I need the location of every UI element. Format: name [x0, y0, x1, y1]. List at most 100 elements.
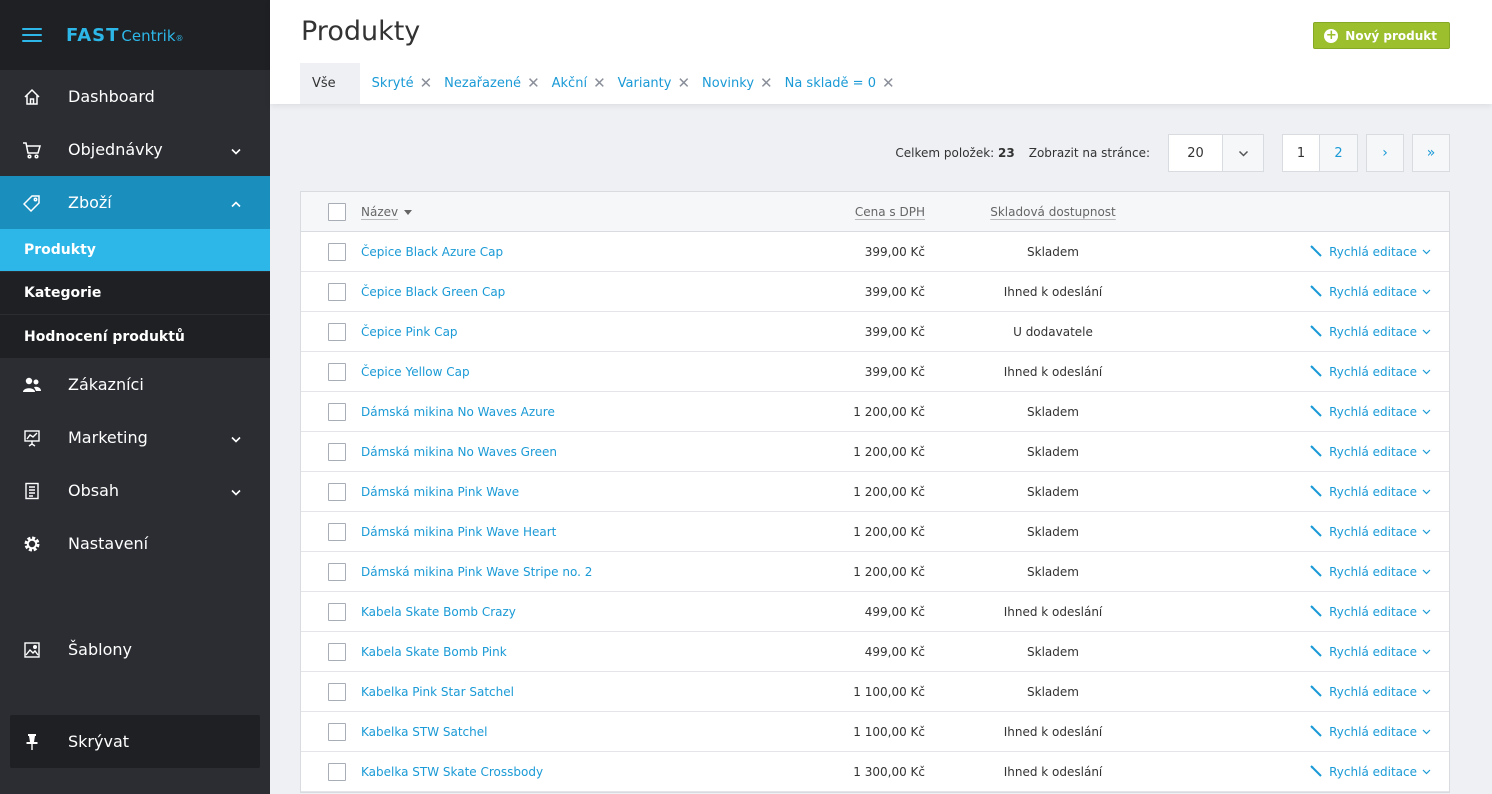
chevron-down-icon: [1422, 769, 1431, 775]
next-page-button[interactable]: ›: [1366, 134, 1404, 172]
product-name-link[interactable]: Dámská mikina Pink Wave Heart: [361, 525, 801, 539]
per-page-select[interactable]: 20: [1168, 134, 1264, 172]
sidebar-item-label: Šablony: [68, 640, 132, 659]
sidebar-collapse-button[interactable]: Skrývat: [10, 715, 260, 768]
row-checkbox[interactable]: [328, 682, 346, 701]
page-2-button[interactable]: 2: [1320, 135, 1357, 171]
product-name-link[interactable]: Kabela Skate Bomb Crazy: [361, 605, 801, 619]
quick-edit-button[interactable]: Rychlá editace: [1181, 565, 1449, 579]
row-checkbox[interactable]: [328, 522, 346, 541]
row-checkbox[interactable]: [328, 562, 346, 581]
tab-uncategorized[interactable]: Nezařazené ✕: [432, 63, 539, 104]
sidebar-subitem-label: Hodnocení produktů: [24, 328, 185, 345]
close-icon[interactable]: ✕: [677, 76, 690, 91]
close-icon[interactable]: ✕: [420, 76, 433, 91]
sidebar-subitem-reviews[interactable]: Hodnocení produktů: [0, 315, 270, 358]
column-price-header[interactable]: Cena s DPH: [801, 205, 925, 219]
select-all-checkbox[interactable]: [328, 202, 346, 221]
close-icon[interactable]: ✕: [882, 76, 895, 91]
sidebar-subitem-categories[interactable]: Kategorie: [0, 272, 270, 315]
last-page-button[interactable]: »: [1412, 134, 1450, 172]
pencil-icon: [1310, 565, 1323, 578]
quick-edit-button[interactable]: Rychlá editace: [1181, 285, 1449, 299]
row-checkbox[interactable]: [328, 322, 346, 341]
quick-edit-button[interactable]: Rychlá editace: [1181, 365, 1449, 379]
page-title: Produkty: [301, 16, 421, 47]
sidebar-subitem-products[interactable]: Produkty: [0, 229, 270, 272]
row-checkbox[interactable]: [328, 242, 346, 261]
row-checkbox[interactable]: [328, 602, 346, 621]
product-price: 1 200,00 Kč: [853, 524, 925, 539]
row-checkbox[interactable]: [328, 442, 346, 461]
table-header: Název Cena s DPH Skladová dostupnost: [301, 192, 1449, 232]
row-checkbox[interactable]: [328, 402, 346, 421]
tab-new[interactable]: Novinky ✕: [690, 63, 773, 104]
row-checkbox[interactable]: [328, 362, 346, 381]
column-name-header[interactable]: Název: [361, 205, 801, 219]
sidebar-item-label: Objednávky: [68, 140, 163, 159]
tab-hidden[interactable]: Skryté ✕: [360, 63, 433, 104]
product-name-link[interactable]: Dámská mikina No Waves Green: [361, 445, 801, 459]
pagination-bar: Celkem položek: 23 Zobrazit na stránce: …: [895, 134, 1450, 172]
quick-edit-button[interactable]: Rychlá editace: [1181, 245, 1449, 259]
product-name-link[interactable]: Kabela Skate Bomb Pink: [361, 645, 801, 659]
tab-all[interactable]: Vše: [300, 63, 360, 104]
app-logo[interactable]: FAST Centrik ®: [66, 25, 184, 46]
chevron-down-icon: [1422, 369, 1431, 375]
sidebar-item-templates[interactable]: Šablony: [0, 623, 270, 676]
tab-sale[interactable]: Akční ✕: [540, 63, 606, 104]
sidebar-item-marketing[interactable]: Marketing: [0, 411, 270, 464]
close-icon[interactable]: ✕: [527, 76, 540, 91]
product-name-link[interactable]: Dámská mikina No Waves Azure: [361, 405, 801, 419]
column-stock-header[interactable]: Skladová dostupnost: [925, 205, 1181, 219]
quick-edit-button[interactable]: Rychlá editace: [1181, 445, 1449, 459]
quick-edit-button[interactable]: Rychlá editace: [1181, 725, 1449, 739]
product-name-link[interactable]: Čepice Yellow Cap: [361, 365, 801, 379]
table-row: Kabelka Pink Star Satchel 1 100,00 Kč Skla…: [301, 672, 1449, 712]
hamburger-menu-icon[interactable]: [22, 28, 42, 42]
product-name-link[interactable]: Čepice Pink Cap: [361, 325, 801, 339]
pencil-icon: [1310, 685, 1323, 698]
table-row: Dámská mikina Pink Wave 1 200,00 Kč Sklade…: [301, 472, 1449, 512]
product-name-link[interactable]: Dámská mikina Pink Wave Stripe no. 2: [361, 565, 801, 579]
table-row: Čepice Yellow Cap 399,00 Kč Ihned k odeslá…: [301, 352, 1449, 392]
quick-edit-button[interactable]: Rychlá editace: [1181, 405, 1449, 419]
quick-edit-label: Rychlá editace: [1329, 604, 1417, 619]
quick-edit-button[interactable]: Rychlá editace: [1181, 485, 1449, 499]
product-name-link[interactable]: Dámská mikina Pink Wave: [361, 485, 801, 499]
chevron-down-icon: [230, 428, 242, 447]
quick-edit-button[interactable]: Rychlá editace: [1181, 325, 1449, 339]
product-name-link[interactable]: Kabelka Pink Star Satchel: [361, 685, 801, 699]
row-checkbox[interactable]: [328, 762, 346, 781]
row-checkbox[interactable]: [328, 482, 346, 501]
new-product-button[interactable]: + Nový produkt: [1313, 22, 1450, 49]
row-checkbox[interactable]: [328, 282, 346, 301]
sidebar-item-dashboard[interactable]: Dashboard: [0, 70, 270, 123]
page-1-button[interactable]: 1: [1283, 135, 1320, 171]
sidebar-item-content[interactable]: Obsah: [0, 464, 270, 517]
sidebar-item-settings[interactable]: Nastavení: [0, 517, 270, 570]
tab-out-of-stock[interactable]: Na skladě = 0 ✕: [773, 63, 895, 104]
tab-variants[interactable]: Varianty ✕: [606, 63, 690, 104]
product-price: 1 100,00 Kč: [853, 684, 925, 699]
product-price: 1 100,00 Kč: [853, 724, 925, 739]
quick-edit-button[interactable]: Rychlá editace: [1181, 765, 1449, 779]
quick-edit-button[interactable]: Rychlá editace: [1181, 645, 1449, 659]
product-name-link[interactable]: Čepice Black Green Cap: [361, 285, 801, 299]
sidebar-item-orders[interactable]: Objednávky: [0, 123, 270, 176]
table-row: Kabelka STW Satchel 1 100,00 Kč Ihned k od…: [301, 712, 1449, 752]
product-name-link[interactable]: Čepice Black Azure Cap: [361, 245, 801, 259]
sidebar-item-goods[interactable]: Zboží: [0, 176, 270, 229]
chevron-down-icon[interactable]: [1223, 135, 1263, 171]
row-checkbox[interactable]: [328, 642, 346, 661]
product-name-link[interactable]: Kabelka STW Satchel: [361, 725, 801, 739]
quick-edit-button[interactable]: Rychlá editace: [1181, 525, 1449, 539]
product-name-link[interactable]: Kabelka STW Skate Crossbody: [361, 765, 801, 779]
close-icon[interactable]: ✕: [760, 76, 773, 91]
close-icon[interactable]: ✕: [593, 76, 606, 91]
quick-edit-button[interactable]: Rychlá editace: [1181, 605, 1449, 619]
products-table: Název Cena s DPH Skladová dostupnost Čep…: [300, 191, 1450, 793]
row-checkbox[interactable]: [328, 722, 346, 741]
quick-edit-button[interactable]: Rychlá editace: [1181, 685, 1449, 699]
sidebar-item-customers[interactable]: Zákazníci: [0, 358, 270, 411]
